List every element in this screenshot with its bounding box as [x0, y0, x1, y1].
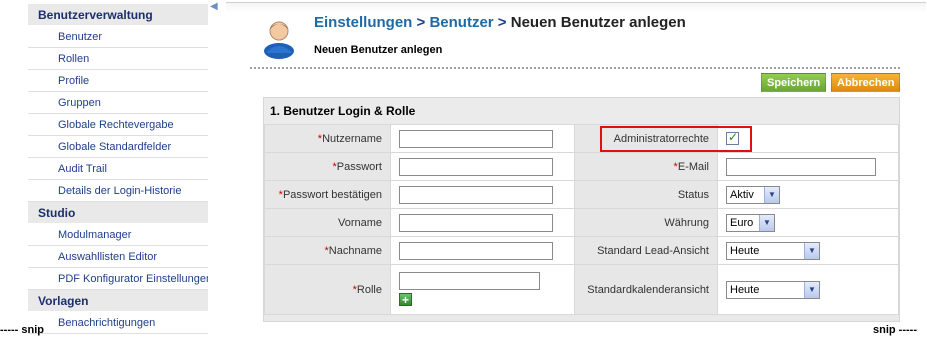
page-subtitle: Neuen Benutzer anlegen	[314, 44, 443, 56]
user-avatar-icon	[258, 17, 300, 59]
sidebar-section-benutzerverwaltung[interactable]: Benutzerverwaltung	[28, 4, 208, 26]
role-label: *Rolle	[264, 264, 391, 315]
password-confirm-input[interactable]	[399, 185, 553, 204]
sidebar-item-gruppen[interactable]: Gruppen	[28, 92, 208, 114]
email-cell	[717, 152, 899, 181]
sidebar-item-rollen[interactable]: Rollen	[28, 48, 208, 70]
username-cell	[390, 124, 575, 153]
sidebar-item-login-historie[interactable]: Details der Login-Historie	[28, 180, 208, 202]
password-input[interactable]	[399, 157, 553, 176]
snip-marker-right: snip -----	[873, 324, 917, 336]
sidebar-item-auswahllisten-editor[interactable]: Auswahllisten Editor	[28, 246, 208, 268]
form-row: *Passwort bestätigen Status Aktiv ▼	[264, 180, 899, 209]
firstname-label: Vorname	[264, 208, 391, 237]
sidebar-item-pdf-konfigurator[interactable]: PDF Konfigurator Einstellungen	[28, 268, 208, 290]
role-cell: +	[390, 264, 575, 315]
chevron-down-icon: ▼	[804, 242, 819, 259]
form-panel: 1. Benutzer Login & Rolle *Nutzername Ad…	[263, 97, 900, 322]
top-border	[226, 2, 926, 12]
lead-view-cell: Heute ▼	[717, 236, 899, 265]
form-table: *Nutzername Administratorrechte *Passwor…	[264, 124, 899, 315]
admin-highlight-box	[600, 126, 752, 152]
username-input[interactable]	[399, 129, 553, 148]
calendar-view-label: Standardkalenderansicht	[574, 264, 718, 315]
firstname-input[interactable]	[399, 213, 553, 232]
sidebar-item-globale-standardfelder[interactable]: Globale Standardfelder	[28, 136, 208, 158]
sidebar-item-benutzer[interactable]: Benutzer	[28, 26, 208, 48]
chevron-down-icon: ▼	[759, 214, 774, 231]
collapse-sidebar-icon[interactable]: ◀	[210, 2, 222, 12]
breadcrumb-benutzer[interactable]: Benutzer	[429, 14, 493, 31]
form-row: *Nutzername Administratorrechte	[264, 124, 899, 153]
calendar-view-cell: Heute ▼	[717, 264, 899, 315]
password-cell	[390, 152, 575, 181]
save-button[interactable]: Speichern	[761, 73, 826, 92]
sidebar-section-studio[interactable]: Studio	[28, 202, 208, 224]
sidebar-item-audit-trail[interactable]: Audit Trail	[28, 158, 208, 180]
lastname-cell	[390, 236, 575, 265]
sidebar: Benutzerverwaltung Benutzer Rollen Profi…	[28, 4, 208, 334]
chevron-down-icon: ▼	[764, 186, 779, 203]
username-label: *Nutzername	[264, 124, 391, 153]
calendar-view-select[interactable]: Heute ▼	[726, 280, 820, 299]
divider	[250, 67, 900, 69]
sidebar-section-vorlagen[interactable]: Vorlagen	[28, 290, 208, 312]
lead-view-label: Standard Lead-Ansicht	[574, 236, 718, 265]
currency-cell: Euro ▼	[717, 208, 899, 237]
form-row: *Nachname Standard Lead-Ansicht Heute ▼	[264, 236, 899, 265]
status-cell: Aktiv ▼	[717, 180, 899, 209]
breadcrumb: Einstellungen > Benutzer > Neuen Benutze…	[314, 14, 686, 31]
lastname-input[interactable]	[399, 241, 553, 260]
firstname-cell	[390, 208, 575, 237]
section-title: 1. Benutzer Login & Rolle	[264, 98, 899, 124]
add-role-icon[interactable]: +	[399, 293, 412, 307]
password-confirm-label: *Passwort bestätigen	[264, 180, 391, 209]
breadcrumb-einstellungen[interactable]: Einstellungen	[314, 14, 412, 31]
role-input[interactable]	[399, 272, 540, 291]
form-row: *Passwort *E-Mail	[264, 152, 899, 181]
cancel-button[interactable]: Abbrechen	[831, 73, 900, 92]
currency-label: Währung	[574, 208, 718, 237]
sidebar-item-globale-rechtevergabe[interactable]: Globale Rechtevergabe	[28, 114, 208, 136]
lead-view-select[interactable]: Heute ▼	[726, 241, 820, 260]
breadcrumb-current: Neuen Benutzer anlegen	[510, 14, 686, 31]
breadcrumb-separator: >	[493, 14, 511, 31]
status-select[interactable]: Aktiv ▼	[726, 185, 780, 204]
snip-marker-left: ----- snip	[0, 324, 44, 336]
currency-select[interactable]: Euro ▼	[726, 213, 775, 232]
sidebar-item-profile[interactable]: Profile	[28, 70, 208, 92]
email-input[interactable]	[726, 157, 876, 176]
password-confirm-cell	[390, 180, 575, 209]
status-label: Status	[574, 180, 718, 209]
sidebar-item-benachrichtigungen[interactable]: Benachrichtigungen	[28, 312, 208, 334]
form-row: Vorname Währung Euro ▼	[264, 208, 899, 237]
sidebar-item-modulmanager[interactable]: Modulmanager	[28, 224, 208, 246]
form-row: *Rolle + Standardkalenderansicht Heute ▼	[264, 264, 899, 315]
breadcrumb-separator: >	[412, 14, 430, 31]
password-label: *Passwort	[264, 152, 391, 181]
lastname-label: *Nachname	[264, 236, 391, 265]
email-label: *E-Mail	[574, 152, 718, 181]
chevron-down-icon: ▼	[804, 281, 819, 298]
